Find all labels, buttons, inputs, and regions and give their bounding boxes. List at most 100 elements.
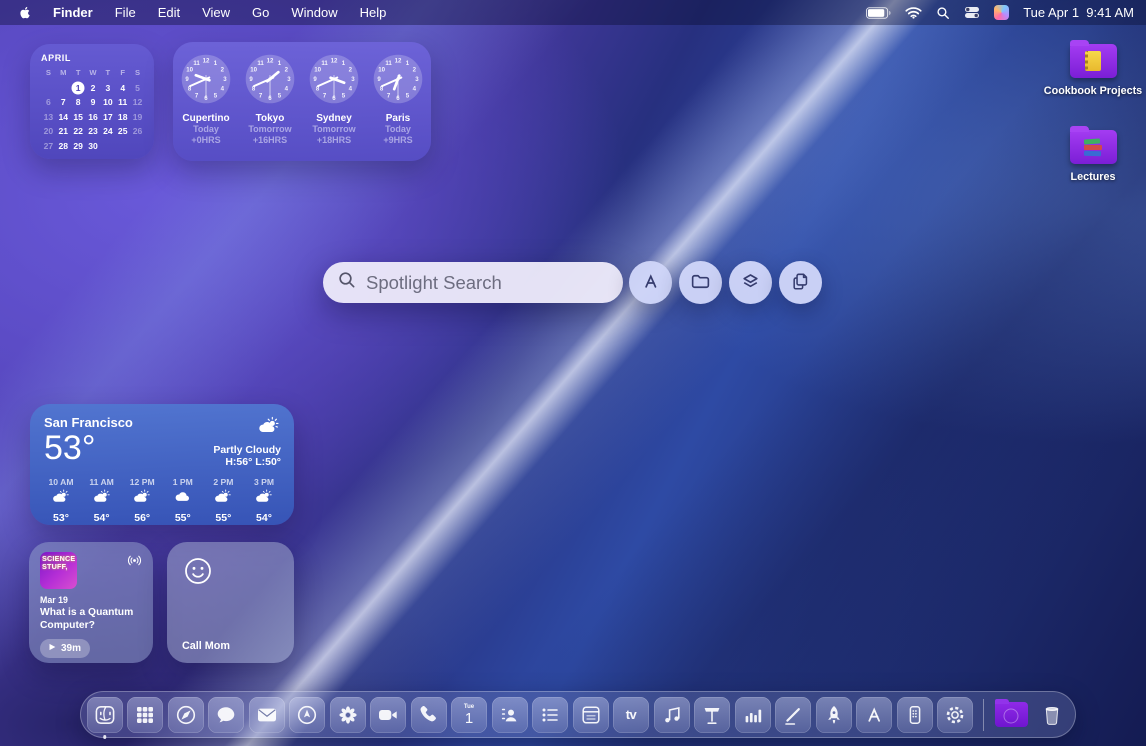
apple-menu-icon[interactable] — [16, 4, 31, 21]
dock-facetime-icon[interactable] — [370, 697, 406, 733]
weather-hour: 1 PM 55° — [166, 477, 200, 524]
world-clock-widget[interactable]: 123456789101112 Cupertino Today +0HRS123… — [173, 42, 431, 161]
podcast-icon — [126, 552, 143, 574]
svg-text:9: 9 — [313, 76, 317, 83]
app-library-icon — [639, 270, 662, 296]
dock-maps-icon[interactable] — [289, 697, 325, 733]
dock-tv-icon[interactable]: tv — [613, 697, 649, 733]
calendar-day: 26 — [130, 125, 145, 137]
menu-item-help[interactable]: Help — [360, 5, 387, 20]
dock-trash-icon[interactable] — [1034, 697, 1070, 733]
smiley-icon — [182, 555, 281, 592]
clock-offset-label: +9HRS — [383, 135, 412, 146]
menu-item-finder[interactable]: Finder — [53, 5, 93, 20]
siri-icon[interactable] — [994, 5, 1009, 20]
clock-offset-label: +16HRS — [253, 135, 287, 146]
spotlight-search-input[interactable] — [366, 272, 609, 294]
hour-temp: 56° — [134, 512, 150, 524]
dock-iphone-mirroring-icon[interactable] — [897, 697, 933, 733]
dock-finder-icon[interactable] — [87, 697, 123, 733]
dock-messages-icon[interactable] — [208, 697, 244, 733]
svg-text:4: 4 — [221, 86, 225, 93]
menu-bar-status: Tue Apr 1 9:41 AM — [866, 5, 1146, 20]
dock-downloads-folder-icon[interactable] — [993, 697, 1029, 733]
podcast-date: Mar 19 — [40, 595, 143, 605]
clock-city-label: Paris — [386, 113, 410, 124]
dock-keynote-icon[interactable] — [694, 697, 730, 733]
hour-label: 3 PM — [254, 477, 274, 487]
spotlight-filter-shortcuts-layers[interactable] — [729, 261, 772, 304]
search-icon[interactable] — [936, 6, 950, 20]
dock-games-rocket-icon[interactable] — [816, 697, 852, 733]
spotlight-filter-app-library[interactable] — [629, 261, 672, 304]
calendar-day: 9 — [86, 96, 101, 108]
spotlight-search-bar[interactable] — [323, 262, 623, 303]
hour-label: 11 AM — [89, 477, 114, 487]
folder-label: Cookbook Projects — [1044, 85, 1142, 97]
dock-photos-icon[interactable] — [330, 697, 366, 733]
podcast-widget[interactable]: SCIENCE STUFF, Mar 19 What is a Quantum … — [29, 542, 153, 663]
svg-text:10: 10 — [378, 67, 385, 74]
svg-text:4: 4 — [349, 86, 353, 93]
desktop-folder-lectures[interactable]: Lectures — [1043, 124, 1143, 183]
dock-contacts-icon[interactable] — [492, 697, 528, 733]
weather-hour: 2 PM 55° — [206, 477, 240, 524]
battery-icon[interactable] — [866, 7, 891, 19]
calendar-day: 15 — [71, 111, 86, 123]
dock-phone-icon[interactable] — [411, 697, 447, 733]
calendar-day: 18 — [115, 111, 130, 123]
svg-text:5: 5 — [214, 93, 218, 100]
calendar-day: 16 — [86, 111, 101, 123]
call-mom-widget[interactable]: Call Mom — [167, 542, 294, 663]
files-folder-icon — [689, 270, 712, 296]
menu-bar-left: Finder File Edit View Go Window Help — [0, 4, 386, 21]
desktop-folder-cookbook-projects[interactable]: Cookbook Projects — [1043, 38, 1143, 97]
spotlight-filter-clipboard[interactable] — [779, 261, 822, 304]
calendar-day: 21 — [56, 125, 71, 137]
calendar-day: 17 — [100, 111, 115, 123]
analog-clock-icon: 123456789101112 — [179, 52, 233, 111]
svg-text:12: 12 — [267, 57, 274, 64]
svg-text:1: 1 — [278, 60, 282, 67]
partly-cloudy-icon — [213, 487, 233, 511]
dock-calendar-icon[interactable]: Tue1 — [451, 697, 487, 733]
weather-widget[interactable]: San Francisco 53° Partly Cloudy H:56° L:… — [30, 404, 294, 525]
clock-day-label: Tomorrow — [312, 124, 355, 135]
menu-item-go[interactable]: Go — [252, 5, 269, 20]
menu-item-edit[interactable]: Edit — [158, 5, 180, 20]
purple-folder-icon — [1070, 44, 1117, 78]
dock-music-icon[interactable] — [654, 697, 690, 733]
dock-freeform-icon[interactable] — [775, 697, 811, 733]
menu-item-view[interactable]: View — [202, 5, 230, 20]
dock-stocks-icon[interactable] — [735, 697, 771, 733]
weather-hour: 10 AM 53° — [44, 477, 78, 524]
podcast-play-button[interactable]: 39m — [40, 639, 90, 658]
dock-safari-icon[interactable] — [168, 697, 204, 733]
dock-notes-icon[interactable] — [573, 697, 609, 733]
svg-text:2: 2 — [413, 67, 417, 74]
dock-mail-icon[interactable] — [249, 697, 285, 733]
svg-text:9: 9 — [185, 76, 189, 83]
svg-text:12: 12 — [331, 57, 338, 64]
wifi-icon[interactable] — [905, 6, 922, 19]
calendar-day: 2 — [86, 82, 101, 94]
menu-bar-clock[interactable]: Tue Apr 1 9:41 AM — [1023, 5, 1134, 20]
svg-text:5: 5 — [342, 93, 346, 100]
spotlight-filter-files-folder[interactable] — [679, 261, 722, 304]
calendar-widget[interactable]: APRIL SMTWTFS123456789101112131415161718… — [30, 44, 154, 159]
control-center-icon[interactable] — [964, 6, 980, 19]
dock-reminders-icon[interactable] — [532, 697, 568, 733]
partly-cloudy-icon — [257, 415, 281, 441]
menu-item-window[interactable]: Window — [291, 5, 337, 20]
dock-settings-gear-icon[interactable] — [937, 697, 973, 733]
clipboard-icon — [789, 270, 812, 296]
calendar-day: 5 — [130, 82, 145, 94]
analog-clock-icon: 123456789101112 — [243, 52, 297, 111]
menu-item-file[interactable]: File — [115, 5, 136, 20]
call-mom-label: Call Mom — [182, 640, 281, 652]
calendar-day-header: T — [71, 67, 86, 79]
dock-launchpad-icon[interactable] — [127, 697, 163, 733]
calendar-day: 24 — [100, 125, 115, 137]
dock-app-store-icon[interactable] — [856, 697, 892, 733]
svg-text:7: 7 — [195, 93, 199, 100]
